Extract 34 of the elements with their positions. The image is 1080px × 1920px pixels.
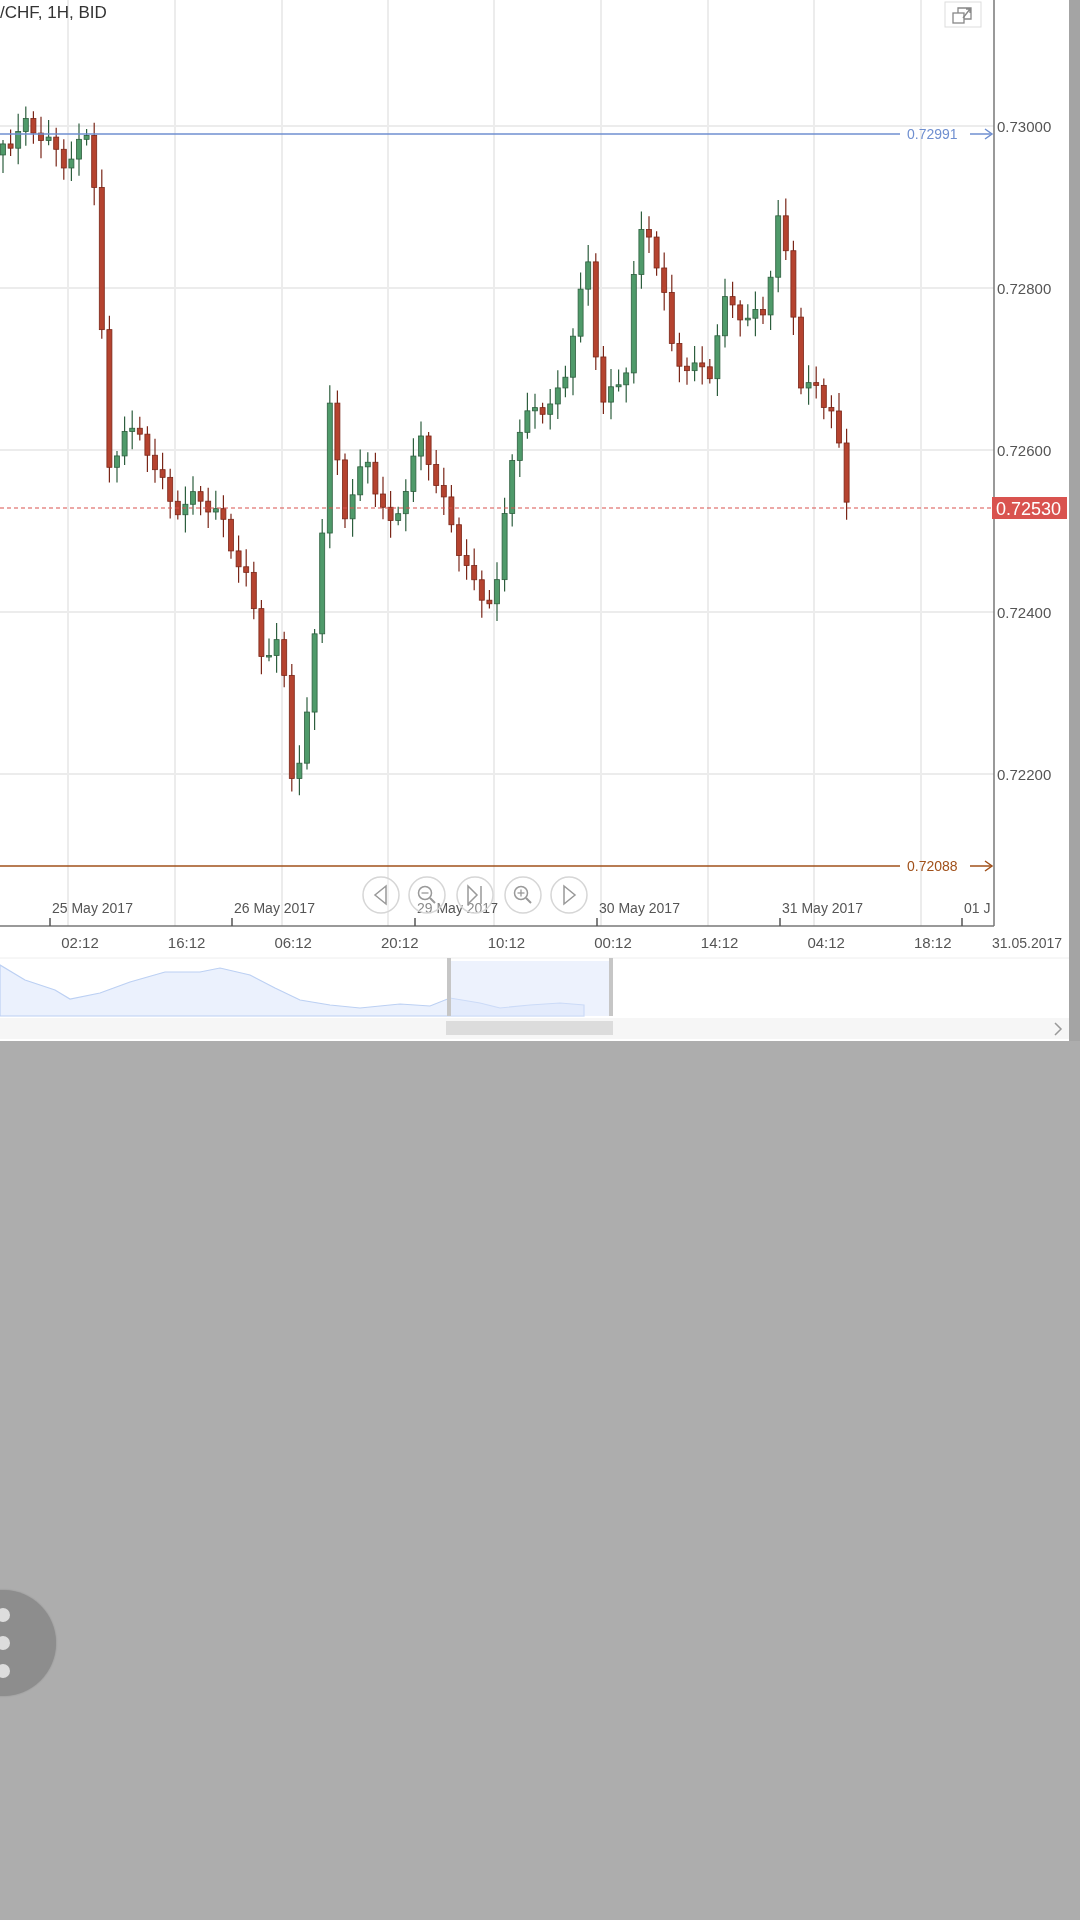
y-axis-label: 0.72200 — [997, 766, 1052, 783]
current-date-label: 31.05.2017 — [992, 935, 1063, 951]
time-axis-label: 10:12 — [487, 934, 526, 951]
chart-title: /CHF, 1H, BID — [0, 3, 107, 22]
scrollbar-thumb[interactable] — [446, 1021, 613, 1035]
scroll-right-button[interactable] — [550, 876, 588, 914]
arrow-icon — [969, 860, 994, 872]
date-axis-label: 26 May 2017 — [234, 900, 315, 916]
time-axis-label: 20:12 — [381, 934, 419, 951]
time-axis-label: 00:12 — [594, 934, 632, 951]
chevron-right-icon[interactable] — [1054, 1022, 1063, 1036]
time-axis-label: 02:12 — [61, 934, 99, 951]
time-axis-label: 14:12 — [700, 934, 739, 951]
navigator-handle[interactable] — [447, 958, 451, 1016]
date-axis-label: 25 May 2017 — [52, 900, 133, 916]
navigator-handle[interactable] — [609, 958, 613, 1016]
time-axis-label: 16:12 — [167, 934, 206, 951]
y-axis-label: 0.73000 — [997, 118, 1052, 135]
date-axis-label: 30 May 2017 — [599, 900, 680, 916]
y-axis-label: 0.72400 — [997, 604, 1052, 621]
date-axis-label: 01 J — [964, 900, 991, 916]
y-axis-label: 0.72800 — [997, 280, 1052, 297]
time-axis-label: 04:12 — [807, 934, 845, 951]
last-price-tag: 0.72530 — [992, 497, 1067, 519]
date-axis-label: 31 May 2017 — [782, 900, 863, 916]
y-axis-label: 0.72600 — [997, 442, 1052, 459]
price-level-label: 0.72088 — [907, 858, 958, 874]
expand-icon[interactable] — [944, 1, 982, 28]
time-axis-label: 18:12 — [914, 934, 952, 951]
price-level-label: 0.72991 — [907, 126, 958, 142]
scroll-left-button[interactable] — [362, 876, 400, 914]
arrow-icon — [969, 128, 994, 140]
zoom-in-button[interactable] — [504, 876, 542, 914]
time-axis-label: 06:12 — [274, 934, 312, 951]
